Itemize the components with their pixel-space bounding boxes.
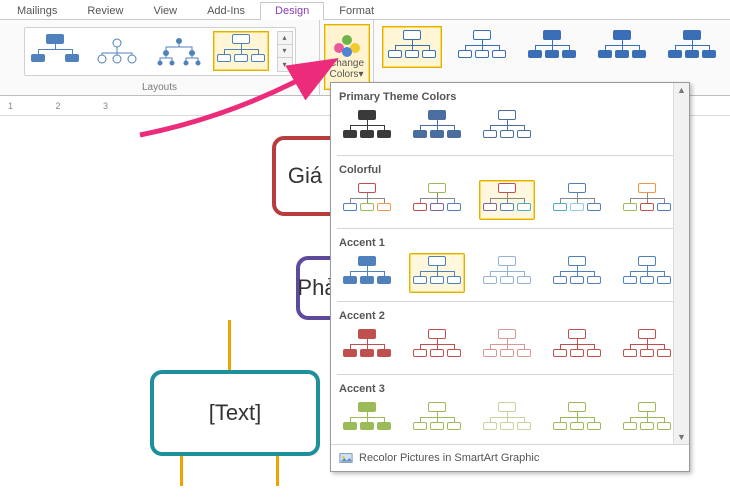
color-option-accent2-5[interactable] bbox=[619, 326, 675, 366]
color-option-accent3-2[interactable] bbox=[409, 399, 465, 439]
style-option-3[interactable] bbox=[522, 26, 582, 68]
color-option-accent3-1[interactable] bbox=[339, 399, 395, 439]
group-label-layouts: Layouts bbox=[0, 82, 319, 95]
color-option-accent2-3[interactable] bbox=[479, 326, 535, 366]
dropdown-scrollbar[interactable]: ▲ ▼ bbox=[673, 83, 689, 444]
dd-section-colorful: Colorful bbox=[337, 160, 689, 178]
layouts-expand[interactable]: ▾ bbox=[278, 58, 292, 71]
smartart-connector bbox=[228, 320, 231, 370]
change-colors-button[interactable]: Change Colors▾ bbox=[324, 24, 370, 90]
tab-mailings[interactable]: Mailings bbox=[2, 2, 72, 20]
style-option-1[interactable] bbox=[382, 26, 442, 68]
recolor-pictures-label: Recolor Pictures in SmartArt Graphic bbox=[359, 452, 539, 464]
color-option-accent3-3[interactable] bbox=[479, 399, 535, 439]
colors-icon bbox=[334, 35, 360, 55]
ribbon-tabs: Mailings Review View Add-Ins Design Form… bbox=[0, 0, 730, 20]
tab-review[interactable]: Review bbox=[72, 2, 138, 20]
layout-option-3[interactable] bbox=[151, 31, 207, 71]
color-option-primary-3[interactable] bbox=[479, 107, 535, 147]
dd-section-accent3: Accent 3 bbox=[337, 379, 689, 397]
color-option-accent3-5[interactable] bbox=[619, 399, 675, 439]
tab-addins[interactable]: Add-Ins bbox=[192, 2, 260, 20]
color-option-accent1-3[interactable] bbox=[479, 253, 535, 293]
scroll-down-icon[interactable]: ▼ bbox=[677, 430, 686, 444]
color-option-accent2-2[interactable] bbox=[409, 326, 465, 366]
layout-option-4[interactable] bbox=[213, 31, 269, 71]
style-option-5[interactable] bbox=[662, 26, 722, 68]
dd-section-primary: Primary Theme Colors bbox=[337, 87, 689, 105]
smartart-node-1[interactable]: Giá bbox=[272, 136, 334, 216]
color-option-accent1-1[interactable] bbox=[339, 253, 395, 293]
smartart-node-2[interactable]: Phả bbox=[296, 256, 334, 320]
layout-tree-icon bbox=[154, 35, 204, 67]
layouts-scroll-up[interactable]: ▴ bbox=[278, 32, 292, 45]
group-layouts: ▴ ▾ ▾ Layouts bbox=[0, 20, 320, 95]
color-option-accent1-2[interactable] bbox=[409, 253, 465, 293]
style-option-2[interactable] bbox=[452, 26, 512, 68]
layout-radial-icon bbox=[92, 35, 142, 67]
color-option-colorful-5[interactable] bbox=[619, 180, 675, 220]
color-option-colorful-4[interactable] bbox=[549, 180, 605, 220]
smartart-node-3[interactable]: [Text] bbox=[150, 370, 320, 456]
recolor-pictures-item[interactable]: Recolor Pictures in SmartArt Graphic bbox=[331, 444, 689, 471]
tab-format[interactable]: Format bbox=[324, 2, 389, 20]
color-option-colorful-2[interactable] bbox=[409, 180, 465, 220]
color-option-primary-2[interactable] bbox=[409, 107, 465, 147]
change-colors-label: Change Colors▾ bbox=[325, 58, 369, 80]
color-option-accent1-4[interactable] bbox=[549, 253, 605, 293]
layouts-scroll-down[interactable]: ▾ bbox=[278, 45, 292, 58]
layouts-gallery[interactable]: ▴ ▾ ▾ bbox=[24, 27, 296, 76]
smartart-connector bbox=[276, 456, 279, 486]
recolor-icon bbox=[339, 451, 353, 465]
layout-option-2[interactable] bbox=[89, 31, 145, 71]
dd-section-accent1: Accent 1 bbox=[337, 233, 689, 251]
smartart-connector bbox=[180, 456, 183, 486]
tab-view[interactable]: View bbox=[138, 2, 192, 20]
color-option-accent1-5[interactable] bbox=[619, 253, 675, 293]
layouts-gallery-scroll: ▴ ▾ ▾ bbox=[277, 31, 293, 72]
color-option-accent3-4[interactable] bbox=[549, 399, 605, 439]
color-option-accent2-4[interactable] bbox=[549, 326, 605, 366]
color-option-colorful-1[interactable] bbox=[339, 180, 395, 220]
color-option-accent2-1[interactable] bbox=[339, 326, 395, 366]
style-option-4[interactable] bbox=[592, 26, 652, 68]
dd-section-accent2: Accent 2 bbox=[337, 306, 689, 324]
layout-option-1[interactable] bbox=[27, 31, 83, 71]
scroll-up-icon[interactable]: ▲ bbox=[677, 83, 686, 97]
change-colors-dropdown: Primary Theme Colors Colorful Accent 1 A… bbox=[330, 82, 690, 472]
tab-design[interactable]: Design bbox=[260, 2, 324, 20]
color-option-primary-1[interactable] bbox=[339, 107, 395, 147]
color-option-colorful-3[interactable] bbox=[479, 180, 535, 220]
